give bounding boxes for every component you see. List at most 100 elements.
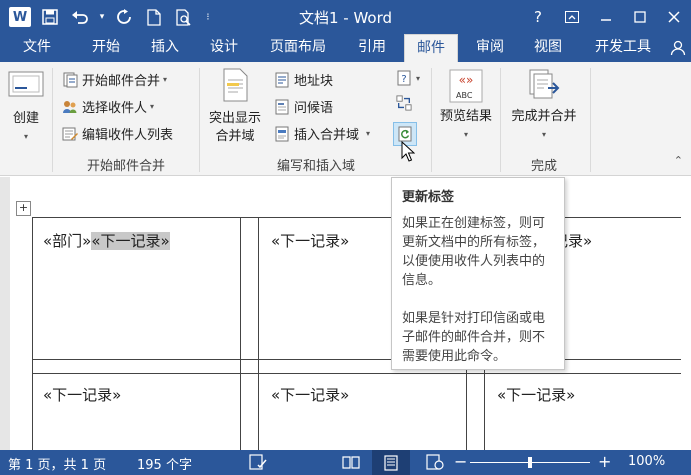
finish-merge-icon	[526, 68, 562, 104]
window-controls: ?	[521, 0, 691, 34]
label-cell-r1c2[interactable]: «下一记录»	[271, 230, 349, 251]
group-separator	[500, 68, 501, 172]
tab-file[interactable]: 文件	[0, 34, 74, 62]
chevron-down-icon: ▾	[366, 129, 371, 138]
svg-text:«»: «»	[459, 73, 474, 87]
ribbon-display-options-icon[interactable]	[555, 0, 589, 34]
recipients-icon	[62, 99, 78, 115]
close-icon[interactable]	[657, 0, 691, 34]
highlight-fields-icon	[220, 68, 250, 102]
chevron-down-icon: ▾	[150, 102, 155, 111]
document-merge-icon	[62, 72, 78, 88]
tab-review[interactable]: 审阅	[466, 34, 514, 62]
label-cell-r2c3[interactable]: «下一记录»	[497, 384, 575, 405]
svg-text:?: ?	[401, 74, 406, 85]
print-layout-icon[interactable]	[372, 450, 410, 475]
word-logo: W	[9, 7, 31, 27]
merge-field-department: «部门»	[43, 232, 92, 250]
insert-merge-field-label: 插入合并域	[294, 128, 360, 143]
save-icon[interactable]	[36, 4, 64, 30]
tab-developer[interactable]: 开发工具	[584, 34, 662, 62]
preview-results-label: 预览结果	[439, 109, 492, 124]
finish-merge-button[interactable]: 完成并合并 ▾	[504, 68, 584, 144]
proofing-icon[interactable]	[248, 453, 268, 471]
group-label-finish: 完成	[530, 159, 557, 174]
table-move-handle-icon[interactable]: +	[16, 201, 31, 216]
quick-access-toolbar: W ▾ ⁝	[6, 4, 216, 30]
user-account-icon[interactable]	[666, 34, 690, 62]
tab-page-layout[interactable]: 页面布局	[259, 34, 337, 62]
collapse-ribbon-icon[interactable]: ⌃	[674, 154, 683, 167]
address-block-icon	[274, 72, 290, 88]
undo-dropdown-icon[interactable]: ▾	[96, 4, 108, 30]
edit-recipient-list-button[interactable]: 编辑收件人列表	[62, 124, 173, 143]
table-border	[32, 217, 681, 218]
select-recipients-button[interactable]: 选择收件人 ▾	[62, 97, 154, 116]
tab-view[interactable]: 视图	[524, 34, 572, 62]
update-labels-icon	[397, 126, 413, 142]
zoom-out-button[interactable]: −	[454, 452, 467, 471]
edit-list-icon	[62, 126, 78, 142]
zoom-slider-thumb[interactable]	[528, 457, 532, 468]
table-border	[258, 217, 259, 450]
chevron-down-icon: ▾	[463, 130, 468, 139]
tab-mailings[interactable]: 邮件	[404, 34, 458, 63]
label-cell-r2c1[interactable]: «下一记录»	[43, 384, 121, 405]
label-cell-r1c1[interactable]: «部门»«下一记录»	[43, 230, 170, 251]
select-recipients-label: 选择收件人	[82, 101, 148, 116]
zoom-in-button[interactable]: +	[598, 452, 611, 471]
tab-references[interactable]: 引用	[348, 34, 396, 62]
start-mail-merge-button[interactable]: 开始邮件合并 ▾	[62, 70, 167, 89]
table-border	[32, 217, 33, 450]
match-fields-button[interactable]	[396, 95, 416, 111]
redo-icon[interactable]	[110, 4, 138, 30]
tab-design[interactable]: 设计	[200, 34, 248, 62]
restore-icon[interactable]	[623, 0, 657, 34]
preview-results-icon: «» ABC	[448, 68, 484, 104]
group-separator	[199, 68, 200, 172]
undo-icon[interactable]	[66, 4, 94, 30]
customize-qat-icon[interactable]: ⁝	[200, 4, 216, 30]
tab-home[interactable]: 开始	[82, 34, 130, 62]
document-page[interactable]: + «部门»«下一记录» «下一记录» 记录» «下一记录» «下一记录» «下…	[10, 177, 691, 450]
abc-badge: ABC	[456, 91, 473, 100]
group-label-write-insert-fields: 编写和插入域	[276, 159, 355, 174]
create-button[interactable]: 创建 ▾	[4, 66, 48, 146]
page-count[interactable]: 第 1 页，共 1 页	[8, 454, 106, 473]
zoom-level[interactable]: 100%	[628, 454, 665, 469]
envelope-icon	[7, 66, 45, 100]
mouse-pointer-icon	[401, 140, 416, 167]
highlight-fields-label-line2: 合并域	[215, 129, 255, 144]
tab-insert[interactable]: 插入	[141, 34, 189, 62]
match-fields-icon	[396, 95, 412, 111]
help-icon[interactable]: ?	[521, 0, 555, 34]
rules-button[interactable]: ? ▾	[396, 70, 420, 86]
address-block-button[interactable]: 地址块	[274, 70, 333, 89]
highlight-merge-fields-button[interactable]: 突出显示 合并域	[204, 68, 266, 146]
chevron-down-icon: ▾	[541, 130, 546, 139]
web-layout-icon[interactable]	[425, 453, 445, 471]
tooltip-paragraph-1: 如果正在创建标签，则可更新文档中的所有标签，以便使用收件人列表中的信息。	[402, 216, 546, 288]
merge-field-next-record: «下一记录»	[91, 232, 170, 250]
new-document-icon[interactable]	[140, 4, 168, 30]
start-mail-merge-label: 开始邮件合并	[82, 74, 161, 89]
minimize-icon[interactable]	[589, 0, 623, 34]
title-bar: W ▾ ⁝ 文档1 - Word ?	[0, 0, 691, 34]
status-bar: 第 1 页，共 1 页 195 个字 − + 100%	[0, 450, 691, 475]
read-mode-icon[interactable]	[341, 453, 361, 471]
greeting-line-label: 问候语	[294, 101, 334, 116]
word-app-icon[interactable]: W	[6, 4, 34, 30]
word-count[interactable]: 195 个字	[137, 454, 192, 473]
preview-results-button[interactable]: «» ABC 预览结果 ▾	[434, 68, 498, 144]
ribbon-tab-bar: 文件 开始 插入 设计 页面布局 引用 邮件 审阅 视图 开发工具	[0, 34, 691, 63]
print-preview-icon[interactable]	[170, 4, 198, 30]
greeting-line-button[interactable]: 问候语	[274, 97, 333, 116]
table-border	[32, 373, 681, 374]
tooltip-paragraph-2: 如果是针对打印信函或电子邮件的邮件合并，则不需要使用此命令。	[402, 311, 546, 364]
zoom-slider[interactable]	[470, 457, 590, 468]
document-area: + «部门»«下一记录» «下一记录» 记录» «下一记录» «下一记录» «下…	[0, 177, 691, 450]
insert-merge-field-button[interactable]: 插入合并域 ▾	[274, 124, 370, 143]
chevron-down-icon: ▾	[23, 132, 28, 141]
address-block-label: 地址块	[294, 74, 334, 89]
label-cell-r2c2[interactable]: «下一记录»	[271, 384, 349, 405]
